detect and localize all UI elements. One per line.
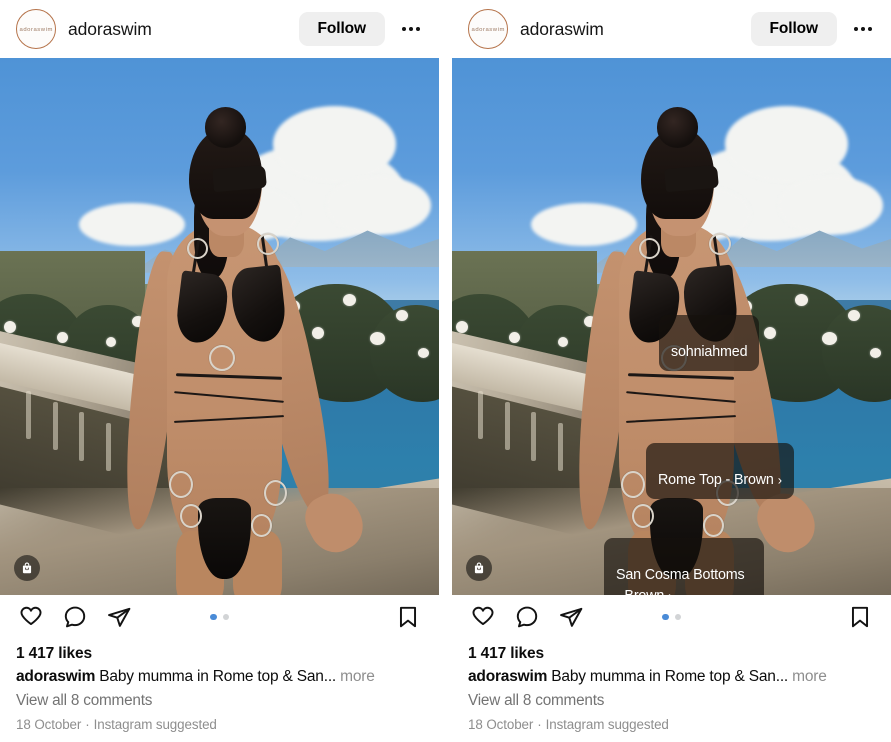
baluster [478, 390, 484, 440]
chevron-right-icon: › [668, 587, 672, 595]
caption-more-link[interactable]: more [340, 668, 375, 685]
post-meta: 1 417 likes adoraswim Baby mumma in Rome… [452, 639, 891, 732]
product-tag-label: San Cosma Bottoms - Brown [616, 567, 745, 595]
flower [312, 326, 325, 339]
baluster [504, 401, 510, 450]
flower [557, 337, 568, 348]
cloud [724, 106, 848, 182]
flower [870, 347, 881, 358]
username-link[interactable]: adoraswim [520, 19, 604, 40]
caption-username[interactable]: adoraswim [16, 668, 95, 685]
post-media[interactable]: sohniahmed Rome Top - Brown › San Cosma B… [452, 58, 891, 595]
flower [105, 337, 116, 348]
cloud [272, 106, 396, 182]
avatar[interactable]: adoraswim [468, 9, 508, 49]
post-header: adoraswim adoraswim Follow [452, 0, 891, 58]
model-hair-bun [656, 107, 699, 148]
cloud [325, 176, 432, 236]
post-date: 18 October [468, 717, 534, 732]
product-tag-label: Rome Top - Brown [658, 472, 774, 489]
username-link[interactable]: adoraswim [68, 19, 152, 40]
model-hair-bun [204, 107, 247, 148]
avatar-label: adoraswim [471, 25, 505, 33]
post-card-right: adoraswim adoraswim Follow sohniahmed Ro… [452, 0, 891, 742]
caption-text: Baby mumma in Rome top & San... [99, 668, 337, 685]
likes-count[interactable]: 1 417 likes [16, 645, 423, 663]
hardware-ring [187, 237, 208, 259]
hardware-ring [264, 479, 287, 506]
follow-button[interactable]: Follow [298, 11, 385, 47]
post-actions [452, 595, 891, 639]
baluster [52, 401, 58, 450]
hardware-ring [639, 237, 660, 259]
post-meta: 1 417 likes adoraswim Baby mumma in Rome… [0, 639, 439, 732]
follow-button[interactable]: Follow [750, 11, 837, 47]
sunglasses [664, 164, 720, 192]
hardware-ring [180, 503, 203, 528]
carousel-dot-1[interactable] [662, 613, 669, 621]
hardware-ring [709, 232, 732, 255]
caption-more-link[interactable]: more [792, 668, 827, 685]
shopping-bag-icon[interactable] [14, 555, 40, 581]
baluster [26, 390, 32, 440]
post-source: Instagram suggested [545, 717, 669, 732]
post-header: adoraswim adoraswim Follow [0, 0, 439, 58]
comment-icon[interactable] [60, 602, 90, 632]
sunglasses [212, 164, 268, 192]
product-tag-san-cosma-bottoms[interactable]: San Cosma Bottoms - Brown› [604, 538, 764, 595]
timestamp-separator: · [537, 717, 542, 732]
product-tag-rome-top[interactable]: Rome Top - Brown › [646, 443, 794, 499]
baluster [79, 412, 85, 461]
heart-icon[interactable] [16, 602, 46, 632]
hardware-ring [257, 232, 280, 255]
timestamp-separator: · [85, 717, 90, 732]
caption-text: Baby mumma in Rome top & San... [551, 668, 789, 685]
people-tag-sohniahmed[interactable]: sohniahmed [659, 315, 760, 371]
carousel-dot-2[interactable] [222, 613, 229, 621]
cloud [777, 176, 884, 236]
heart-icon[interactable] [468, 602, 498, 632]
flower [418, 347, 429, 358]
view-comments-link[interactable]: View all 8 comments [16, 692, 423, 710]
flower [821, 331, 837, 345]
instagram-post-comparison: adoraswim adoraswim Follow 1 417 likes a… [0, 0, 891, 742]
caption-username[interactable]: adoraswim [468, 668, 547, 685]
view-comments-link[interactable]: View all 8 comments [468, 692, 875, 710]
flower [57, 331, 69, 343]
flower [764, 326, 777, 339]
comment-icon[interactable] [512, 602, 542, 632]
shopping-bag-icon[interactable] [466, 555, 492, 581]
post-timestamp: 18 October · Instagram suggested [16, 717, 423, 732]
post-date: 18 October [16, 717, 82, 732]
more-options-icon[interactable] [399, 17, 423, 41]
avatar-label: adoraswim [19, 25, 53, 33]
flower [509, 331, 521, 343]
bookmark-icon[interactable] [845, 602, 875, 632]
post-caption: adoraswim Baby mumma in Rome top & San..… [468, 668, 875, 686]
more-options-icon[interactable] [851, 17, 875, 41]
carousel-dot-2[interactable] [674, 613, 681, 621]
post-photo [0, 58, 439, 595]
baluster [557, 423, 563, 472]
carousel-dot-1[interactable] [210, 613, 217, 621]
hardware-ring [632, 503, 655, 528]
post-timestamp: 18 October · Instagram suggested [468, 717, 875, 732]
post-actions [0, 595, 439, 639]
baluster [531, 412, 537, 461]
post-source: Instagram suggested [93, 717, 217, 732]
flower [369, 331, 385, 345]
people-tag-label: sohniahmed [671, 344, 748, 361]
post-media[interactable] [0, 58, 439, 595]
cloud [79, 202, 185, 246]
post-caption: adoraswim Baby mumma in Rome top & San..… [16, 668, 423, 686]
post-card-left: adoraswim adoraswim Follow 1 417 likes a… [0, 0, 439, 742]
avatar[interactable]: adoraswim [16, 9, 56, 49]
baluster [105, 423, 111, 472]
share-icon[interactable] [556, 602, 586, 632]
cloud [531, 202, 637, 246]
likes-count[interactable]: 1 417 likes [468, 645, 875, 663]
bookmark-icon[interactable] [393, 602, 423, 632]
chevron-right-icon: › [777, 472, 782, 488]
share-icon[interactable] [104, 602, 134, 632]
